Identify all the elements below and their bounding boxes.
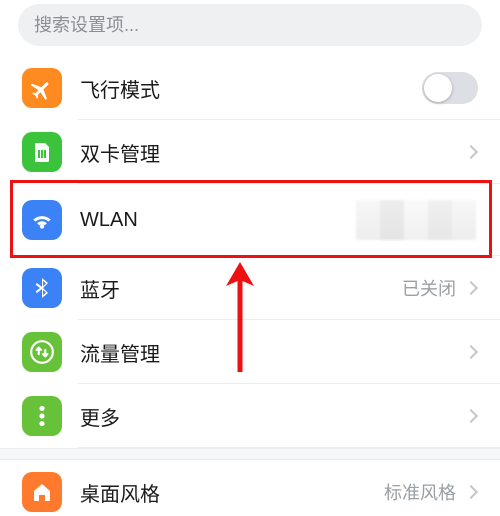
bluetooth-icon — [22, 268, 62, 308]
chevron-right-icon — [464, 345, 478, 359]
bluetooth-value: 已关闭 — [402, 275, 456, 301]
sim-label: 双卡管理 — [80, 138, 160, 167]
more-label: 更多 — [80, 402, 120, 431]
section-divider — [0, 448, 500, 460]
chevron-right-icon — [464, 485, 478, 499]
search-input[interactable] — [34, 15, 466, 36]
data-label: 流量管理 — [80, 338, 160, 367]
wlan-label: WLAN — [80, 209, 138, 232]
row-sim-management[interactable]: 双卡管理 — [0, 120, 500, 184]
row-airplane-mode[interactable]: 飞行模式 — [0, 56, 500, 120]
data-icon — [22, 332, 62, 372]
home-icon — [22, 472, 62, 512]
wlan-value-censored — [356, 200, 476, 240]
airplane-icon — [22, 68, 62, 108]
desktop-value: 标准风格 — [384, 479, 456, 505]
chevron-right-icon — [464, 281, 478, 295]
more-icon — [22, 396, 62, 436]
chevron-right-icon — [464, 145, 478, 159]
search-box[interactable] — [18, 4, 482, 46]
airplane-toggle[interactable] — [422, 72, 478, 104]
toggle-knob — [424, 74, 452, 102]
desktop-label: 桌面风格 — [80, 478, 160, 507]
bluetooth-label: 蓝牙 — [80, 274, 120, 303]
wifi-icon — [22, 200, 62, 240]
row-wlan[interactable]: WLAN — [0, 184, 500, 256]
sim-icon — [22, 132, 62, 172]
airplane-label: 飞行模式 — [80, 74, 160, 103]
chevron-right-icon — [464, 409, 478, 423]
row-more[interactable]: 更多 — [0, 384, 500, 448]
row-bluetooth[interactable]: 蓝牙 已关闭 — [0, 256, 500, 320]
row-data-management[interactable]: 流量管理 — [0, 320, 500, 384]
row-desktop-style[interactable]: 桌面风格 标准风格 — [0, 460, 500, 516]
